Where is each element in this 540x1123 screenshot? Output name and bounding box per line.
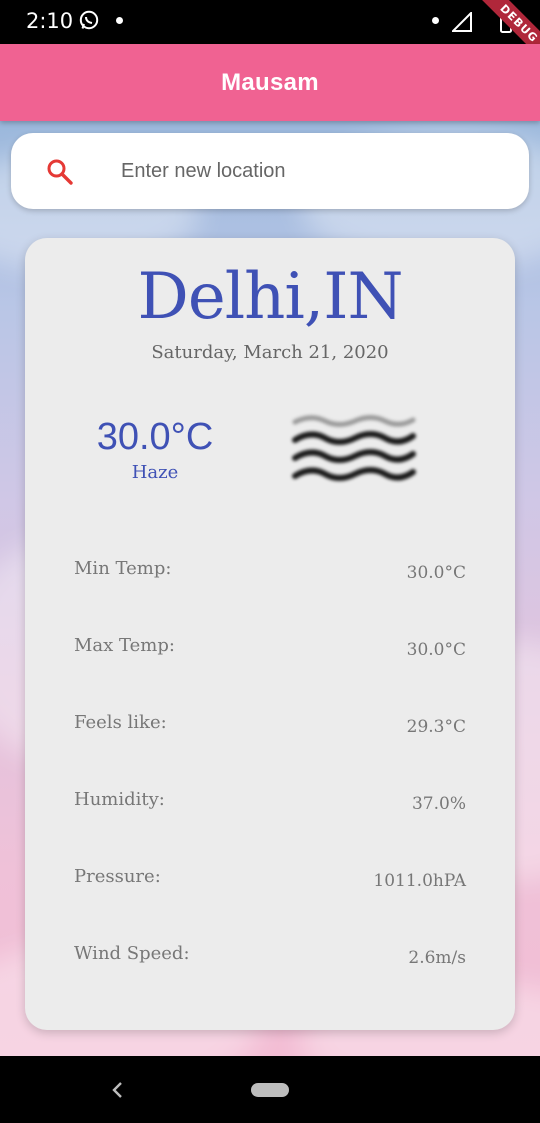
haze-icon bbox=[292, 415, 416, 481]
notification-dot-icon bbox=[116, 17, 123, 24]
detail-label: Pressure: bbox=[74, 866, 161, 887]
detail-row-humidity: Humidity: 37.0% bbox=[74, 789, 466, 819]
weather-condition: Haze bbox=[131, 462, 179, 483]
detail-row-wind-speed: Wind Speed: 2.6m/s bbox=[74, 943, 466, 973]
current-temperature: 30.0°C bbox=[96, 416, 214, 458]
system-nav-bar bbox=[0, 1056, 540, 1123]
detail-value: 1011.0hPA bbox=[373, 871, 466, 891]
search-icon[interactable] bbox=[46, 158, 74, 186]
detail-row-feels-like: Feels like: 29.3°C bbox=[74, 712, 466, 742]
app-bar: Mausam bbox=[0, 44, 540, 121]
detail-value: 30.0°C bbox=[406, 563, 466, 583]
detail-value: 37.0% bbox=[411, 794, 466, 814]
debug-banner: DEBUG bbox=[473, 0, 540, 44]
status-time: 2:10 bbox=[26, 9, 74, 33]
back-chevron-icon[interactable] bbox=[108, 1080, 128, 1100]
detail-row-pressure: Pressure: 1011.0hPA bbox=[74, 866, 466, 896]
detail-value: 2.6m/s bbox=[408, 948, 466, 968]
detail-value: 29.3°C bbox=[406, 717, 466, 737]
app-title: Mausam bbox=[221, 68, 319, 96]
app-screen: 2:10 DEBUG Mausam Enter new location Del… bbox=[0, 0, 540, 1123]
location-search-input[interactable] bbox=[109, 147, 521, 195]
detail-value: 30.0°C bbox=[406, 640, 466, 660]
search-box[interactable] bbox=[11, 133, 529, 209]
date-text: Saturday, March 21, 2020 bbox=[151, 342, 389, 363]
detail-row-max-temp: Max Temp: 30.0°C bbox=[74, 635, 466, 665]
weather-card: Delhi,IN Saturday, March 21, 2020 30.0°C… bbox=[25, 238, 515, 1030]
detail-label: Wind Speed: bbox=[74, 943, 190, 964]
signal-icon bbox=[452, 12, 472, 32]
notification-dot-icon bbox=[432, 17, 439, 24]
home-pill-icon[interactable] bbox=[251, 1083, 289, 1097]
city-name: Delhi,IN bbox=[137, 260, 404, 334]
detail-label: Feels like: bbox=[74, 712, 167, 733]
detail-label: Humidity: bbox=[74, 789, 165, 810]
detail-row-min-temp: Min Temp: 30.0°C bbox=[74, 558, 466, 588]
detail-label: Max Temp: bbox=[74, 635, 175, 656]
status-bar: 2:10 DEBUG bbox=[0, 0, 540, 44]
whatsapp-notification-icon bbox=[79, 10, 99, 30]
detail-label: Min Temp: bbox=[74, 558, 172, 579]
